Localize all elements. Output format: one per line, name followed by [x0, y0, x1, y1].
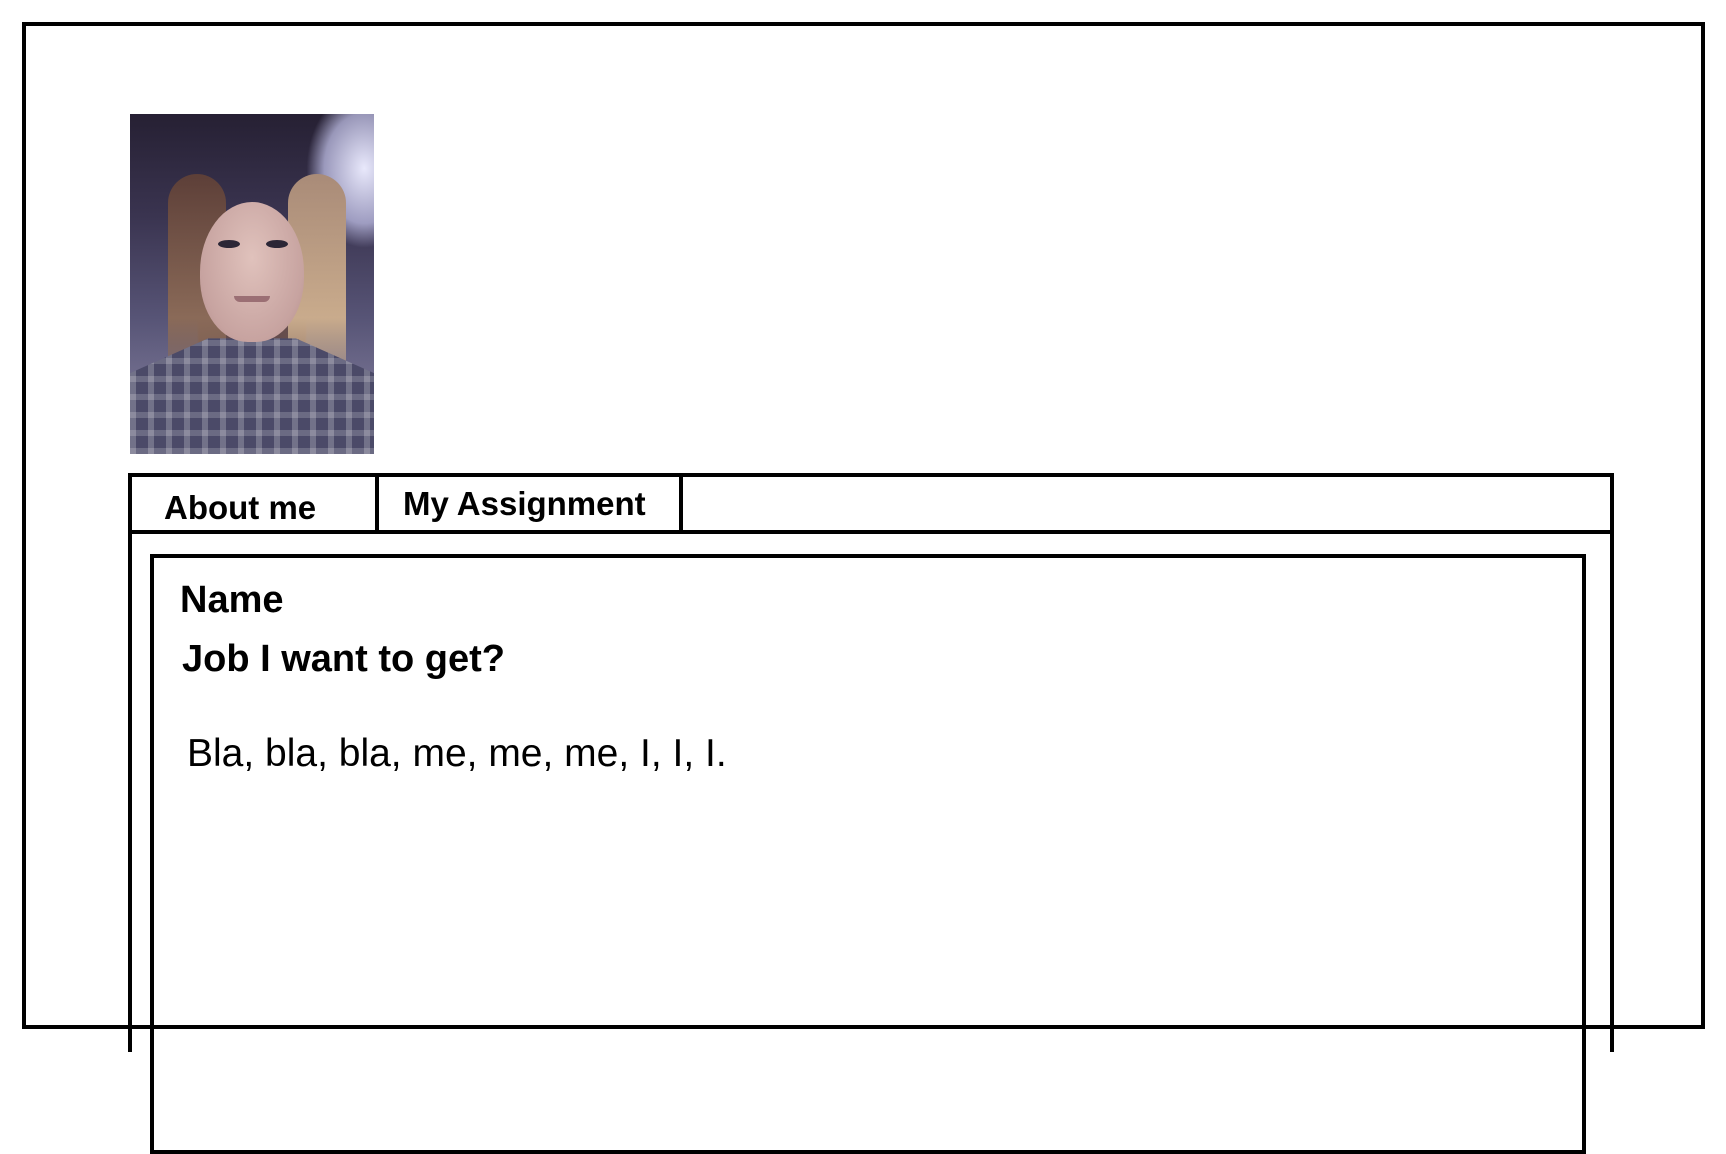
bio-text: Bla, bla, bla, me, me, me, I, I, I. — [187, 732, 727, 775]
tab-my-assignment[interactable]: My Assignment — [379, 477, 683, 530]
tab-about-me-label: About me — [164, 489, 317, 526]
about-content-box: Name Job I want to get? Bla, bla, bla, m… — [150, 554, 1586, 1154]
frame-bottom-border — [22, 1025, 1705, 1029]
photo-eye-left — [218, 240, 240, 248]
tab-about-me[interactable]: About me — [132, 477, 379, 530]
photo-mouth — [234, 296, 270, 302]
photo-eye-right — [266, 240, 288, 248]
name-heading: Name — [180, 579, 284, 621]
job-heading: Job I want to get? — [182, 638, 505, 680]
tab-my-assignment-label: My Assignment — [403, 485, 646, 522]
tab-bar: About me My Assignment — [132, 477, 1610, 534]
profile-photo — [130, 114, 374, 454]
tab-panel: About me My Assignment Name Job I want t… — [128, 473, 1614, 1154]
photo-face — [200, 202, 304, 342]
